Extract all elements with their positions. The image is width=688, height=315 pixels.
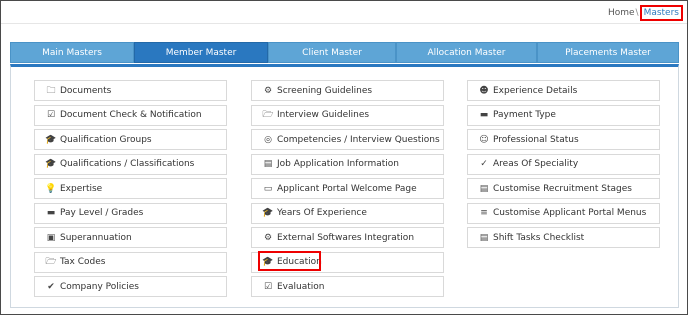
master-link-label: Evaluation [277,281,325,292]
master-link-label: Years Of Experience [277,208,367,218]
master-link-external-softwares-integration[interactable]: ⚙ External Softwares Integration [251,227,444,248]
tab-allocation-master[interactable]: Allocation Master [396,42,537,63]
master-link-document-check-notification[interactable]: ☑ Document Check & Notification [34,104,227,126]
master-link-qualification-groups[interactable]: 🎓 Qualification Groups [34,129,227,150]
master-link-years-of-experience[interactable]: 🎓 Years Of Experience [251,202,444,224]
master-link-label: Professional Status [493,134,579,145]
master-link-shift-tasks-checklist[interactable]: ▤ Shift Tasks Checklist [467,227,660,248]
master-link-label: Documents [60,85,112,96]
master-link-applicant-portal-welcome-page[interactable]: ▭ Applicant Portal Welcome Page [251,178,444,199]
credit-card-icon: ▬ [479,110,489,120]
graduation-cap-icon: 🎓 [45,134,57,145]
list-icon: ≡ [480,208,488,218]
master-link-label: Experience Details [493,85,578,96]
gear-icon: ⚙ [263,232,273,243]
master-link-screening-guidelines[interactable]: ⚙ Screening Guidelines [251,80,444,101]
check-circle-icon: ✔ [47,281,55,292]
master-link-professional-status[interactable]: ☺ Professional Status [467,129,660,150]
tab-member-master[interactable]: Member Master [134,42,268,63]
master-link-expertise[interactable]: 💡 Expertise [34,178,227,199]
master-link-company-policies[interactable]: ✔ Company Policies [34,276,227,297]
master-link-tax-codes[interactable]: 🗁 Tax Codes [34,251,227,273]
tab-client-master[interactable]: Client Master [268,42,396,63]
master-link-label: Applicant Portal Welcome Page [277,183,417,194]
user-outline-icon: ☺ [479,134,489,145]
top-bar: Home \ Masters [1,1,687,24]
master-link-label: Interview Guidelines [277,110,370,120]
graduation-cap-icon: 🎓 [45,159,57,169]
breadcrumb-separator: \ [635,8,639,18]
master-link-label: Document Check & Notification [60,110,202,120]
master-link-superannuation[interactable]: ▣ Superannuation [34,227,227,248]
master-link-interview-guidelines[interactable]: 🗁 Interview Guidelines [251,104,444,126]
lightbulb-icon: 💡 [45,183,57,194]
checkmark-icon: ✓ [480,159,488,169]
master-link-label: Qualifications / Classifications [60,159,195,169]
master-link-label: Areas Of Speciality [493,159,579,169]
briefcase-icon: ▤ [479,183,489,194]
folder-open-icon: 🗁 [262,110,274,120]
master-link-label: Shift Tasks Checklist [493,232,585,243]
master-link-label: Customise Recruitment Stages [493,183,632,194]
cogs-icon: ⚙ [263,85,273,96]
master-link-areas-of-speciality[interactable]: ✓ Areas Of Speciality [467,153,660,175]
master-link-customise-recruitment-stages[interactable]: ▤ Customise Recruitment Stages [467,178,660,199]
master-link-label: Superannuation [60,232,132,243]
user-icon: ☻ [479,85,489,96]
master-link-label: Competencies / Interview Questions [277,134,440,145]
breadcrumb-masters-link[interactable]: Masters [639,5,683,21]
tab-main-masters[interactable]: Main Masters [10,42,134,63]
credit-card-icon: ▬ [46,208,56,218]
master-link-label: External Softwares Integration [277,232,415,243]
master-link-job-application-information[interactable]: ▤ Job Application Information [251,153,444,175]
graduation-cap-icon: 🎓 [262,208,274,218]
master-link-label: Expertise [60,183,103,194]
briefcase-icon: ▤ [479,232,489,243]
globe-icon: ◎ [264,134,272,145]
master-link-qualifications-classifications[interactable]: 🎓 Qualifications / Classifications [34,153,227,175]
master-link-documents[interactable]: 🗀 Documents [34,80,227,101]
master-link-label: Company Policies [60,281,139,292]
checkbox-icon: ☑ [46,110,56,120]
master-link-customise-applicant-portal-menus[interactable]: ≡ Customise Applicant Portal Menus [467,202,660,224]
master-link-evaluation[interactable]: ☑ Evaluation [251,276,444,297]
monitor-icon: ▭ [263,183,273,194]
folder-open-icon: 🗁 [45,257,57,267]
master-link-payment-type[interactable]: ▬ Payment Type [467,104,660,126]
master-tabs: Main Masters Member Master Client Master… [10,42,679,64]
master-link-label: Payment Type [493,110,556,120]
briefcase-icon: ▤ [263,159,273,169]
master-link-label: Customise Applicant Portal Menus [493,208,647,218]
master-link-competencies-interview-questions[interactable]: ◎ Competencies / Interview Questions [251,129,444,150]
master-link-label: Pay Level / Grades [60,208,144,218]
master-link-label: Job Application Information [277,159,399,169]
money-icon: ▣ [46,232,56,243]
checkbox-checked-icon: ☑ [263,281,273,292]
tab-placements-master[interactable]: Placements Master [537,42,679,63]
master-link-label: Screening Guidelines [277,85,373,96]
breadcrumb-home-link[interactable]: Home [608,8,635,18]
highlight-box [258,250,321,271]
master-link-label: Tax Codes [60,257,106,267]
breadcrumb: Home \ Masters [608,5,683,21]
master-link-label: Qualification Groups [60,134,152,145]
master-link-experience-details[interactable]: ☻ Experience Details [467,80,660,101]
folder-icon: 🗀 [46,85,56,96]
master-link-pay-level-grades[interactable]: ▬ Pay Level / Grades [34,202,227,224]
